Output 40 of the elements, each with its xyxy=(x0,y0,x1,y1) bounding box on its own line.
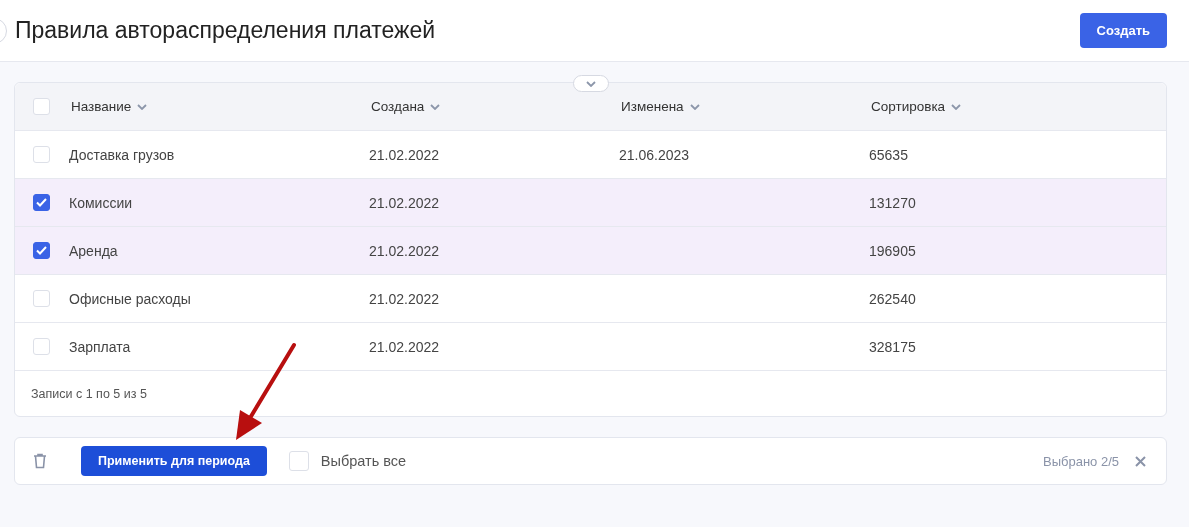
table-cell-text: 65635 xyxy=(869,146,909,163)
table-cell-text: 21.02.2022 xyxy=(369,146,441,163)
page-title: Правила автораспределения платежей xyxy=(15,17,437,44)
checkmark-icon xyxy=(36,246,47,255)
table-cell-text: 21.02.2022 xyxy=(369,242,441,259)
collapse-toggle[interactable] xyxy=(573,75,609,92)
table-cell-text: Доставка грузов xyxy=(69,146,176,163)
column-header[interactable]: Сортировка xyxy=(871,99,962,114)
apply-button[interactable]: Применить для периода xyxy=(81,446,267,476)
records-count: Записи с 1 по 5 из 5 xyxy=(31,386,147,401)
selected-count: Выбрано 2/5 xyxy=(1043,453,1119,469)
checkbox[interactable] xyxy=(33,194,50,211)
table-cell-text: Аренда xyxy=(69,242,119,259)
chevron-down-icon xyxy=(689,103,700,110)
chevron-down-icon xyxy=(137,103,148,110)
checkbox-label: Выбрать все xyxy=(320,453,407,469)
table-cell-text: 21.02.2022 xyxy=(369,338,441,355)
trash-icon[interactable] xyxy=(33,453,47,469)
table-cell-text: 21.06.2023 xyxy=(619,146,691,163)
chevron-down-icon xyxy=(951,103,962,110)
table-cell-text: Комиссии xyxy=(69,194,134,211)
table-cell-text: 131270 xyxy=(869,194,917,211)
chevron-down-icon xyxy=(430,103,441,110)
table-cell-text: Зарплата xyxy=(69,338,132,355)
create-button[interactable]: Создать xyxy=(1079,13,1167,48)
checkmark-icon xyxy=(36,198,47,207)
column-header[interactable]: Название xyxy=(71,99,148,114)
table-cell-text: 21.02.2022 xyxy=(369,194,441,211)
close-icon[interactable] xyxy=(1135,455,1146,467)
table-cell-text: Офисные расходы xyxy=(69,290,192,307)
column-header[interactable]: Изменена xyxy=(621,99,700,114)
table-row[interactable]: Аренда 21.02.2022 196905 xyxy=(15,227,1166,275)
table-row[interactable]: Комиссии 21.02.2022 131270 xyxy=(15,179,1166,227)
table-cell-text: 328175 xyxy=(869,338,917,355)
chevron-down-icon xyxy=(586,80,596,87)
column-header[interactable]: Создана xyxy=(371,99,441,114)
table-cell-text: 21.02.2022 xyxy=(369,290,441,307)
table-cell-text: 262540 xyxy=(869,290,917,307)
checkbox[interactable] xyxy=(33,242,50,259)
table-cell-text: 196905 xyxy=(869,242,917,259)
